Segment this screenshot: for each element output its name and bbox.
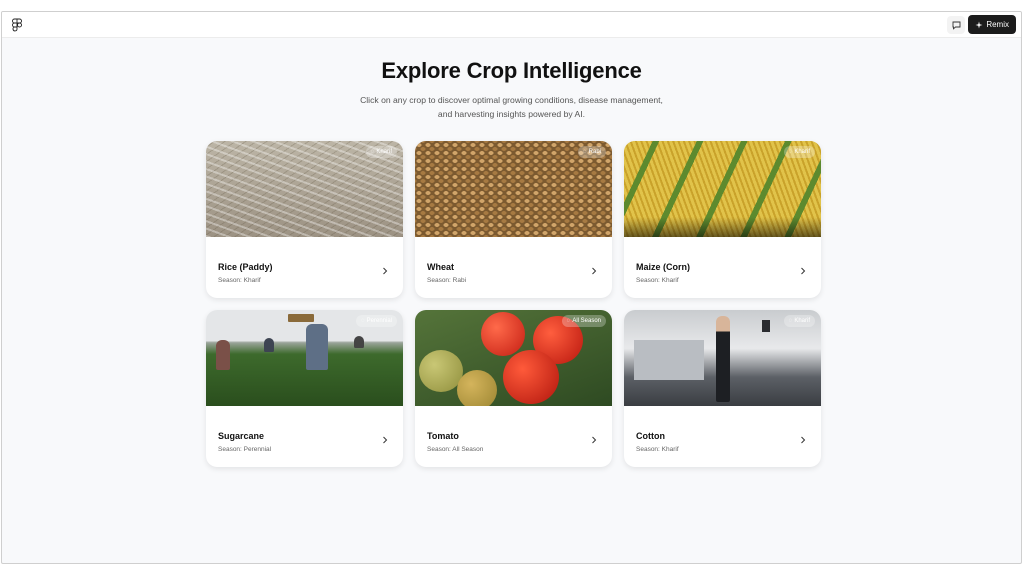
season-badge-label: Kharif [376, 149, 392, 155]
crop-card-cotton[interactable]: ◌ Kharif Cotton Season: Kharif [624, 310, 821, 467]
sparkle-icon [975, 21, 983, 28]
season-icon: ◌ [566, 318, 571, 324]
crop-season: Season: Rabi [427, 277, 467, 284]
farmer-figure [264, 338, 274, 352]
season-badge: ◌ Perennial [356, 315, 397, 327]
season-badge: ◌ Kharif [783, 146, 815, 158]
season-badge: ◌ Kharif [365, 146, 397, 158]
crop-grid: ◌ Kharif Rice (Paddy) Season: Kharif ◌ R… [206, 141, 821, 467]
farmer-figure [354, 336, 364, 348]
top-bar: Remix [2, 12, 1021, 38]
crop-photo: ◌ All Season [415, 310, 612, 406]
season-badge-label: Kharif [794, 318, 810, 324]
crop-card-wheat[interactable]: ◌ Rabi Wheat Season: Rabi [415, 141, 612, 298]
crop-card-rice[interactable]: ◌ Kharif Rice (Paddy) Season: Kharif [206, 141, 403, 298]
season-icon: ◌ [788, 318, 793, 324]
remix-label: Remix [986, 20, 1009, 29]
crop-season: Season: Perennial [218, 446, 272, 453]
season-badge: ◌ Rabi [578, 146, 606, 158]
season-badge-label: Kharif [794, 149, 810, 155]
lamp-shape [762, 320, 770, 332]
crop-name: Rice (Paddy) [218, 262, 273, 272]
crop-season: Season: All Season [427, 446, 484, 453]
crop-card-sugarcane[interactable]: ◌ Perennial Sugarcane Season: Perennial [206, 310, 403, 467]
crop-season: Season: Kharif [636, 446, 679, 453]
chevron-right-icon [592, 436, 597, 444]
crop-photo: ◌ Kharif [624, 310, 821, 406]
app-window: Remix Explore Crop Intelligence Click on… [1, 11, 1022, 564]
chevron-right-icon [801, 267, 806, 275]
chevron-right-icon [801, 436, 806, 444]
crop-photo: ◌ Kharif [624, 141, 821, 237]
crop-season: Season: Kharif [636, 277, 679, 284]
crop-name: Cotton [636, 431, 665, 441]
subtitle-line-2: and harvesting insights powered by AI. [437, 108, 586, 119]
season-badge-label: All Season [572, 318, 601, 324]
crop-photo: ◌ Kharif [206, 141, 403, 237]
chevron-right-icon [383, 436, 388, 444]
subtitle-line-1: Click on any crop to discover optimal gr… [360, 95, 663, 105]
page-subtitle: Click on any crop to discover optimal gr… [2, 94, 1021, 121]
crop-season: Season: Kharif [218, 277, 261, 284]
tomato-shape [503, 350, 559, 404]
crop-name: Tomato [427, 431, 459, 441]
season-badge: ◌ All Season [561, 315, 606, 327]
season-badge-label: Perennial [366, 318, 392, 324]
season-badge: ◌ Kharif [783, 315, 815, 327]
farmer-figure [306, 324, 328, 370]
crop-photo: ◌ Rabi [415, 141, 612, 237]
crop-card-tomato[interactable]: ◌ All Season Tomato Season: All Season [415, 310, 612, 467]
person-figure [716, 316, 730, 402]
crop-name: Sugarcane [218, 431, 265, 441]
comment-icon [952, 21, 960, 30]
crop-name: Wheat [427, 262, 454, 272]
crop-card-maize[interactable]: ◌ Kharif Maize (Corn) Season: Kharif [624, 141, 821, 298]
chevron-right-icon [592, 267, 597, 275]
season-icon: ◌ [788, 149, 793, 155]
season-badge-label: Rabi [588, 149, 601, 155]
crop-name: Maize (Corn) [636, 262, 690, 272]
crop-photo: ◌ Perennial [206, 310, 403, 406]
chevron-right-icon [383, 267, 388, 275]
comment-button[interactable] [947, 16, 965, 34]
tomato-shape [481, 312, 525, 356]
figma-logo-icon[interactable] [12, 18, 22, 32]
season-icon: ◌ [583, 149, 587, 155]
tomato-shape [457, 370, 497, 406]
page-title: Explore Crop Intelligence [381, 58, 642, 83]
remix-button[interactable]: Remix [968, 15, 1016, 34]
farmer-figure [216, 340, 230, 370]
season-icon: ◌ [370, 149, 375, 155]
crate [288, 314, 314, 322]
wall-shape [634, 340, 704, 380]
season-icon: ◌ [361, 318, 365, 324]
